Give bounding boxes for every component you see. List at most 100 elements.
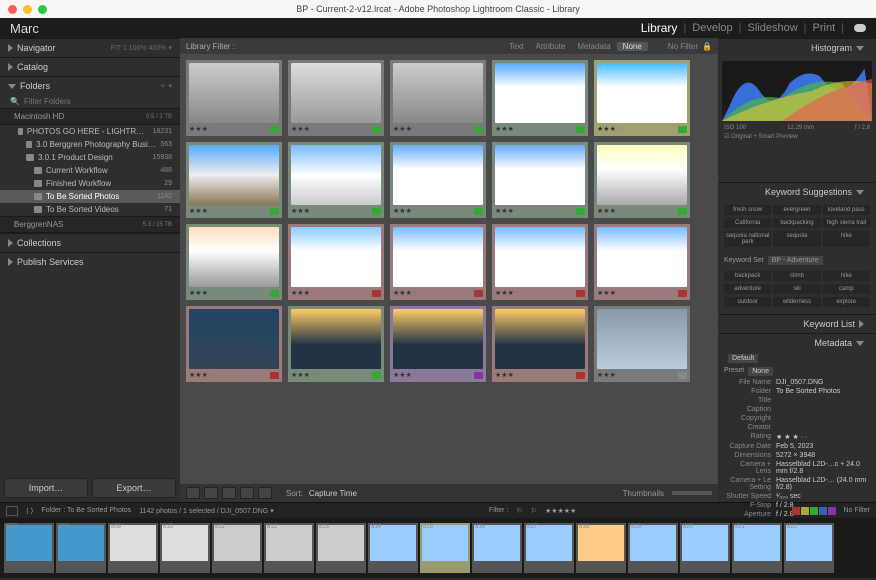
compare-view-icon[interactable] xyxy=(222,487,236,499)
rating-stars[interactable]: ★★★·· xyxy=(495,207,519,215)
keyword-chip[interactable]: evergreen xyxy=(773,205,820,215)
keyword-chip[interactable]: sequoia xyxy=(773,231,820,247)
metadata-set-selector[interactable]: Default xyxy=(718,352,876,365)
export-button[interactable]: Export… xyxy=(92,478,176,498)
filter-metadata[interactable]: Metadata xyxy=(571,42,616,51)
metadata-row[interactable]: Capture DateFeb 5, 2023 xyxy=(718,442,876,451)
zoom-icon[interactable] xyxy=(38,5,47,14)
rating-stars[interactable]: ★★★·· xyxy=(393,207,417,215)
strip-folder[interactable]: Folder : To Be Sorted Photos xyxy=(41,507,131,514)
grid-cell[interactable]: ★★★·· xyxy=(492,142,588,218)
folder-row[interactable]: 3.0 Berggren Photography Business Photos… xyxy=(0,138,180,151)
folder-filter-input[interactable] xyxy=(24,97,172,106)
filmstrip-thumb[interactable]: 816 xyxy=(472,523,522,573)
metadata-row[interactable]: Creator xyxy=(718,423,876,432)
module-library[interactable]: Library xyxy=(641,21,678,35)
keyword-set-header[interactable]: Keyword Set BP - Adventure xyxy=(718,254,876,267)
grid-cell[interactable]: ★★★·· xyxy=(288,306,384,382)
metadata-preset[interactable]: Preset None xyxy=(718,365,876,378)
thumbnail[interactable] xyxy=(495,227,585,287)
color-label-icon[interactable] xyxy=(678,372,687,379)
keyword-chip[interactable]: outdoor xyxy=(724,297,771,307)
metadata-row[interactable]: Rating★ ★ ★ · · xyxy=(718,432,876,442)
filmstrip-thumb[interactable]: 814 xyxy=(368,523,418,573)
minimize-icon[interactable] xyxy=(23,5,32,14)
thumbnail[interactable] xyxy=(495,145,585,205)
color-label-icon[interactable] xyxy=(474,372,483,379)
color-label-icon[interactable] xyxy=(270,126,279,133)
grid-cell[interactable]: ★★★·· xyxy=(390,142,486,218)
close-icon[interactable] xyxy=(8,5,17,14)
thumb-size-slider[interactable] xyxy=(672,491,712,495)
color-label-icon[interactable] xyxy=(576,208,585,215)
folder-row[interactable]: PHOTOS GO HERE - LIGHTROOM /Users/marc/D… xyxy=(0,125,180,138)
thumbnail-grid[interactable]: ★★★·· ★★★·· ★★★·· ★★★·· ★★★·· ★★★·· ★★★·… xyxy=(180,54,718,484)
keyword-chip[interactable]: hike xyxy=(823,271,870,281)
collections-header[interactable]: Collections xyxy=(0,233,180,252)
keyword-chip[interactable]: sequoia national park xyxy=(724,231,771,247)
filmstrip[interactable]: 8078088098108118128138148158168178188198… xyxy=(0,518,876,578)
loupe-view-icon[interactable] xyxy=(204,487,218,499)
filter-none[interactable]: None xyxy=(617,42,648,51)
grid-cell[interactable]: ★★★·· xyxy=(390,306,486,382)
publish-header[interactable]: Publish Services xyxy=(0,252,180,271)
thumbnail[interactable] xyxy=(291,227,381,287)
keyword-chip[interactable]: explore xyxy=(823,297,870,307)
color-label-icon[interactable] xyxy=(474,290,483,297)
keyword-chip[interactable]: camp xyxy=(823,284,870,294)
rating-stars[interactable]: ★★★·· xyxy=(393,371,417,379)
traffic-lights[interactable] xyxy=(8,5,47,14)
color-label-icon[interactable] xyxy=(372,290,381,297)
rating-stars[interactable]: ★★★·· xyxy=(597,207,621,215)
grid-cell[interactable]: ★★★·· xyxy=(594,142,690,218)
rating-filter[interactable]: ★★★★★ xyxy=(545,507,576,515)
keyword-chip[interactable]: loveland pass xyxy=(823,205,870,215)
thumbnail[interactable] xyxy=(189,63,279,123)
filmstrip-thumb[interactable]: 810 xyxy=(160,523,210,573)
thumbnail[interactable] xyxy=(597,145,687,205)
filmstrip-thumb[interactable]: 815 xyxy=(420,523,470,573)
histogram-header[interactable]: Histogram xyxy=(718,38,876,57)
filmstrip-thumb[interactable]: 808 xyxy=(56,523,106,573)
rating-stars[interactable]: ★★★·· xyxy=(189,289,213,297)
color-label-icon[interactable] xyxy=(270,372,279,379)
rating-stars[interactable]: ★★★·· xyxy=(189,371,213,379)
filmstrip-thumb[interactable]: 812 xyxy=(264,523,314,573)
identity-name[interactable]: Marc xyxy=(10,21,39,36)
module-print[interactable]: Print xyxy=(813,22,836,34)
color-label-filter[interactable] xyxy=(792,507,836,515)
grid-cell[interactable]: ★★★·· xyxy=(594,60,690,136)
filmstrip-thumb[interactable]: 809 xyxy=(108,523,158,573)
metadata-row[interactable]: Copyright xyxy=(718,414,876,423)
filter-text[interactable]: Text xyxy=(503,42,530,51)
thumbnail[interactable] xyxy=(291,63,381,123)
thumbnail[interactable] xyxy=(393,63,483,123)
filter-attribute[interactable]: Attribute xyxy=(530,42,572,51)
rating-stars[interactable]: ★★★·· xyxy=(597,125,621,133)
folder-filter[interactable]: 🔍 xyxy=(0,95,180,108)
disk-nas[interactable]: BerggrenNAS 5.3 / 15 TB xyxy=(0,216,180,233)
rating-stars[interactable]: ★★★·· xyxy=(393,125,417,133)
color-label-icon[interactable] xyxy=(576,372,585,379)
grid-cell[interactable]: ★★★·· xyxy=(288,142,384,218)
lock-icon[interactable]: 🔒 xyxy=(702,42,712,51)
rating-stars[interactable]: ★★★·· xyxy=(291,207,315,215)
filmstrip-thumb[interactable]: 807 xyxy=(4,523,54,573)
module-develop[interactable]: Develop xyxy=(692,22,732,34)
keyword-chip[interactable]: fresh snow xyxy=(724,205,771,215)
survey-view-icon[interactable] xyxy=(240,487,254,499)
module-slideshow[interactable]: Slideshow xyxy=(748,22,798,34)
folder-row[interactable]: To Be Sorted Photos1142 xyxy=(0,190,180,203)
filter-preset[interactable]: No Filter xyxy=(668,42,698,51)
color-label-icon[interactable] xyxy=(678,208,687,215)
disk-macintosh[interactable]: Macintosh HD 0.5 / 2 TB xyxy=(0,108,180,125)
thumbnail[interactable] xyxy=(393,309,483,369)
thumbnail[interactable] xyxy=(393,227,483,287)
metadata-row[interactable]: FolderTo Be Sorted Photos xyxy=(718,387,876,396)
rating-stars[interactable]: ★★★·· xyxy=(495,125,519,133)
grid-cell[interactable]: ★★★·· xyxy=(594,224,690,300)
color-label-icon[interactable] xyxy=(474,208,483,215)
keyword-chip[interactable]: California xyxy=(724,218,771,228)
folder-row[interactable]: 3.0.1 Product Design15938 xyxy=(0,151,180,164)
keyword-chip[interactable]: adventure xyxy=(724,284,771,294)
